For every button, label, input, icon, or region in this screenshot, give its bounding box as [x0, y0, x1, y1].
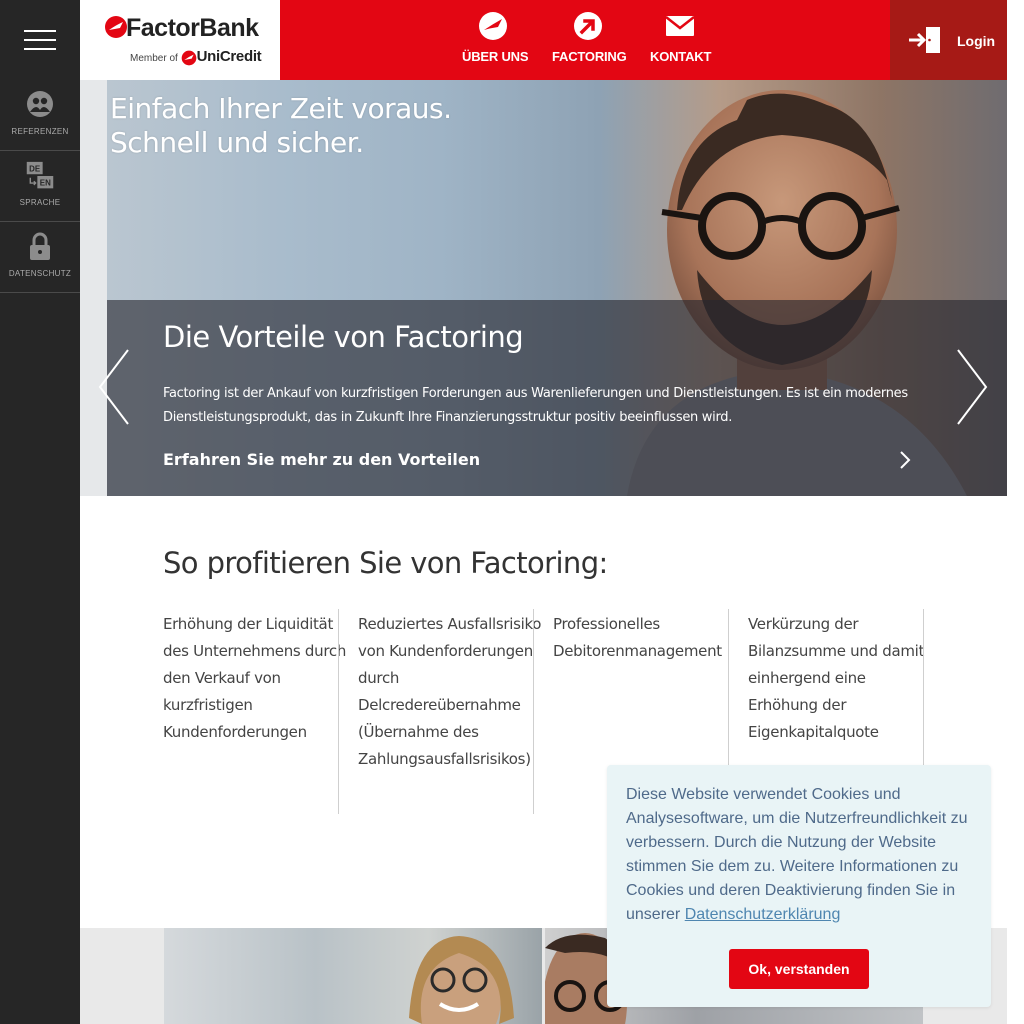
woman-portrait-image [409, 936, 514, 1024]
benefits-heading: So profitieren Sie von Factoring: [163, 546, 608, 580]
cookie-consent-banner: Diese Website verwendet Cookies und Anal… [607, 765, 991, 1007]
login-button[interactable]: Login [890, 0, 1007, 80]
slide-read-more-link[interactable]: Erfahren Sie mehr zu den Vorteilen [163, 450, 480, 469]
benefit-item: Verkürzung der Bilanzsumme und damit ein… [748, 615, 925, 741]
logo-member-line: Member of UniCredit [130, 48, 262, 66]
unicredit-mark-icon [181, 51, 196, 66]
sidebar-item-label: SPRACHE [19, 198, 61, 207]
privacy-policy-link[interactable]: Datenschutzerklärung [685, 906, 841, 923]
hero-headline-line1: Einfach Ihrer Zeit voraus. [110, 92, 452, 125]
logo-member-of: Member of [130, 53, 178, 64]
hero-headline-line2: Schnell und sicher. [110, 126, 364, 159]
slider-prev-arrow-icon[interactable] [98, 348, 130, 426]
chevron-right-icon[interactable] [899, 450, 911, 470]
nav-item-label: FACTORING [552, 49, 627, 64]
benefit-divider [338, 609, 339, 814]
main-nav: ÜBER UNS FACTORING KONTAKT [280, 0, 890, 80]
lang-primary-text: DE [29, 165, 40, 174]
nav-item-ueber-uns[interactable]: ÜBER UNS [462, 10, 529, 72]
reference-photo-woman[interactable] [164, 928, 542, 1024]
sidebar-item-referenzen[interactable]: REFERENZEN [0, 80, 80, 151]
sidebar-item-label: REFERENZEN [11, 127, 69, 136]
hero-slider: Einfach Ihrer Zeit voraus. Schnell und s… [80, 80, 1007, 496]
sidebar-item-datenschutz[interactable]: DATENSCHUTZ [0, 222, 80, 293]
login-label: Login [957, 33, 996, 49]
nav-item-kontakt[interactable]: KONTAKT [650, 10, 712, 72]
logo-name: FactorBank [126, 14, 259, 42]
slider-next-arrow-icon[interactable] [956, 348, 988, 426]
left-sidebar: REFERENZEN DE EN SPRACHE DATENSCHUTZ [0, 0, 80, 1024]
benefit-divider [533, 609, 534, 814]
hero-caption-panel: Die Vorteile von Factoring Factoring ist… [107, 300, 1007, 496]
cookie-consent-text: Diese Website verwendet Cookies und Anal… [626, 783, 978, 927]
slide-text: Factoring ist der Ankauf von kurzfristig… [163, 386, 908, 425]
cookie-accept-button[interactable]: Ok, verstanden [729, 949, 869, 989]
factorbank-logo[interactable]: FactorBank Member of UniCredit [80, 0, 280, 80]
benefit-item: Reduziertes Ausfallsrisiko von Kundenfor… [358, 615, 542, 768]
sidebar-item-label: DATENSCHUTZ [8, 269, 72, 278]
cookie-text: Diese Website verwendet Cookies und Anal… [626, 786, 968, 923]
lang-secondary-text: EN [40, 179, 51, 188]
benefit-item: Professionelles Debitorenmanagement [553, 615, 722, 660]
login-door-icon [909, 27, 940, 53]
unicredit-logo-icon [479, 12, 507, 40]
envelope-icon [665, 16, 695, 36]
hero-headline: Einfach Ihrer Zeit voraus. Schnell und s… [110, 92, 452, 160]
lock-icon [30, 232, 50, 260]
nav-item-label: KONTAKT [650, 49, 712, 64]
sidebar-item-sprache[interactable]: DE EN SPRACHE [0, 151, 80, 222]
unicredit-logo-icon [105, 16, 127, 39]
nav-item-label: ÜBER UNS [462, 49, 529, 64]
slide-title: Die Vorteile von Factoring [163, 320, 524, 354]
hamburger-icon[interactable] [24, 30, 56, 52]
arrow-up-right-icon [574, 12, 602, 40]
logo-parent-name: UniCredit [196, 48, 262, 65]
language-switch-icon: DE EN [26, 161, 54, 189]
nav-item-factoring[interactable]: FACTORING [552, 10, 627, 72]
logo-wordmark: FactorBank [104, 14, 259, 43]
people-icon [27, 91, 53, 117]
benefit-item: Erhöhung der Liquidität des Unternehmens… [163, 615, 347, 741]
